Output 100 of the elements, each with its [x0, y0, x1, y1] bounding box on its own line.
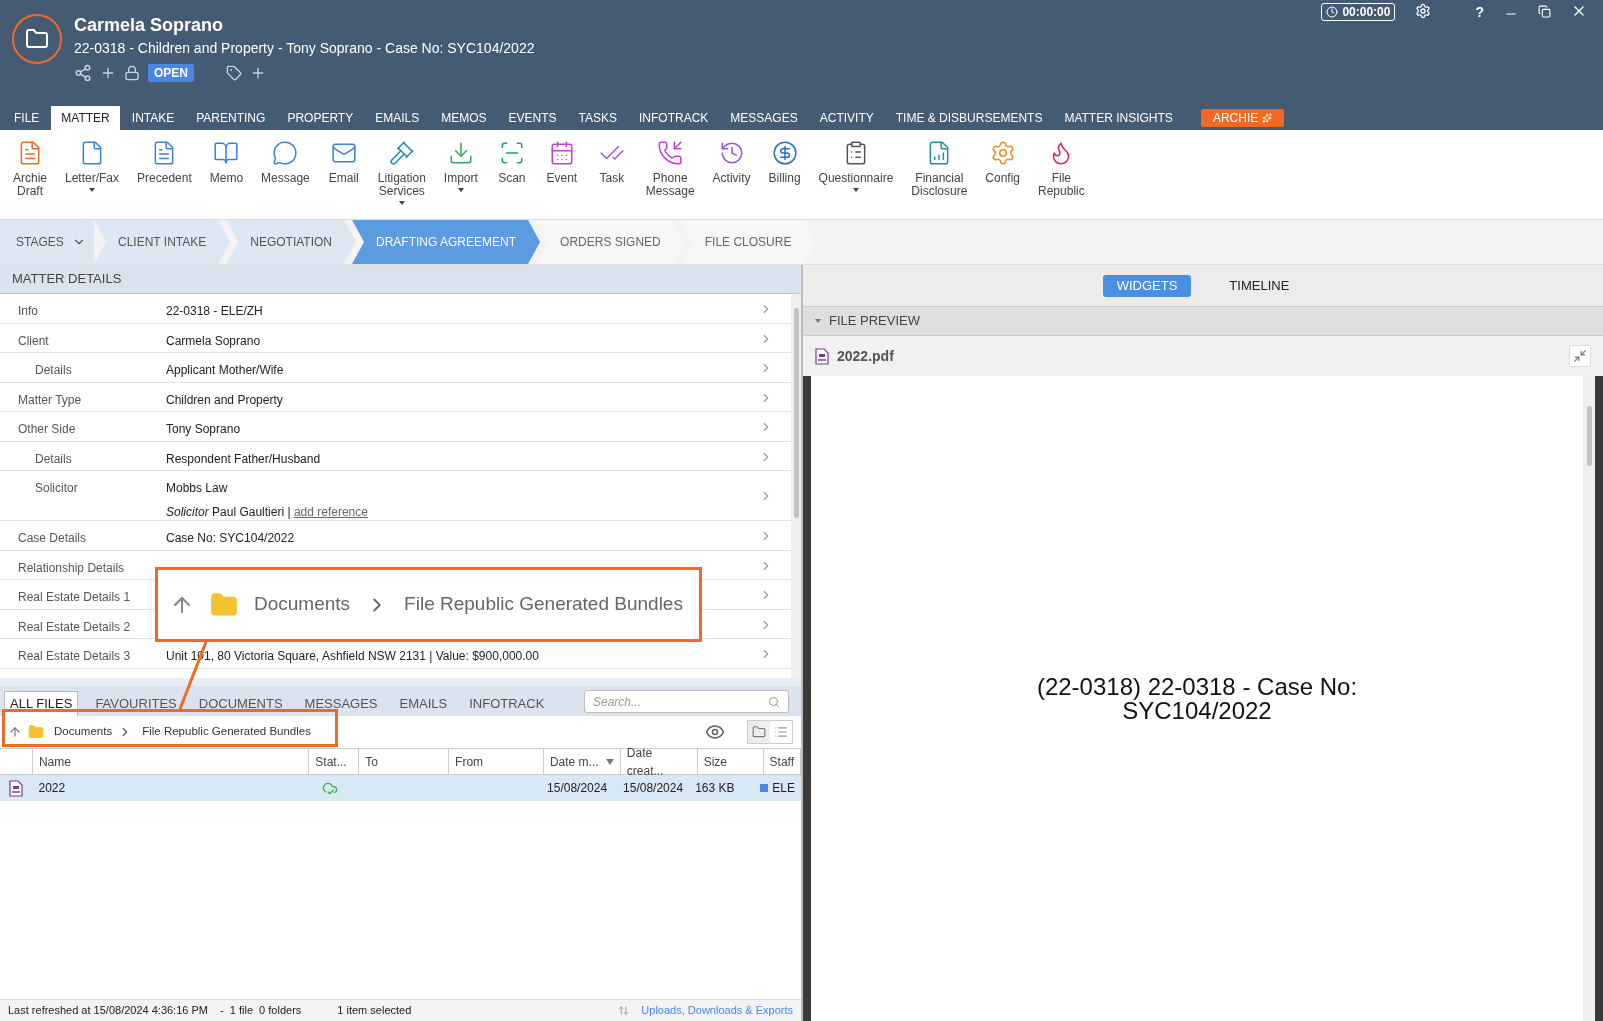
- scrollbar[interactable]: [791, 294, 801, 678]
- files-tab[interactable]: EMAILS: [394, 691, 453, 716]
- panel-tab[interactable]: TIMELINE: [1215, 274, 1304, 297]
- breadcrumb-item[interactable]: File Republic Generated Bundles: [142, 723, 311, 741]
- lock-icon: [124, 65, 140, 81]
- toolbar-button[interactable]: Config: [976, 140, 1029, 212]
- transfer-icon: [618, 1005, 630, 1016]
- column-header[interactable]: Date creat...: [620, 749, 698, 774]
- timer-text: 00:00:00: [1342, 4, 1391, 21]
- pdf-file-icon: [815, 347, 829, 365]
- toolbar-button[interactable]: Message: [252, 140, 319, 212]
- toolbar-button[interactable]: Precedent: [128, 140, 201, 212]
- stages-menu[interactable]: STAGES: [0, 220, 94, 264]
- stage-step[interactable]: CLIENT INTAKE: [94, 220, 231, 264]
- ribbon-tab[interactable]: FILE: [4, 106, 50, 130]
- toolbar-button[interactable]: Event: [536, 140, 587, 212]
- share-add-icon[interactable]: [74, 64, 92, 82]
- toolbar-button[interactable]: Email: [318, 140, 369, 212]
- folder-icon: [28, 724, 44, 740]
- search-field[interactable]: Search...: [584, 690, 789, 713]
- column-header[interactable]: Name: [32, 749, 310, 774]
- collapse-icon[interactable]: [1569, 345, 1591, 367]
- cloud-check-icon: [322, 780, 338, 796]
- toolbar-button[interactable]: Billing: [759, 140, 810, 212]
- add-reference-link[interactable]: add reference: [293, 505, 368, 519]
- clock-icon: [1326, 6, 1339, 18]
- ribbon-tab[interactable]: ACTIVITY: [809, 106, 884, 130]
- plus-icon[interactable]: [250, 65, 266, 81]
- detail-row[interactable]: Other Side Tony Soprano: [0, 412, 791, 442]
- plus-icon[interactable]: [100, 65, 116, 81]
- ribbon-tab[interactable]: MATTER: [51, 106, 120, 130]
- stage-step[interactable]: NEGOTIATION: [226, 220, 357, 264]
- detail-row[interactable]: Details Respondent Father/Husband: [0, 441, 791, 471]
- sparkle-icon: [1262, 113, 1273, 123]
- toolbar-button[interactable]: Task: [586, 140, 637, 212]
- folder-view-icon[interactable]: [748, 721, 770, 743]
- ribbon-tab[interactable]: MEMOS: [431, 106, 497, 130]
- ribbon-tab[interactable]: INTAKE: [121, 106, 185, 130]
- settings-icon[interactable]: [1415, 3, 1432, 19]
- caret-icon: [89, 188, 96, 192]
- ribbon-tab[interactable]: MATTER INSIGHTS: [1054, 106, 1183, 130]
- sort-down-icon: [605, 758, 614, 765]
- ribbon-tab[interactable]: EMAILS: [365, 106, 430, 130]
- stage-step[interactable]: ORDERS SIGNED: [536, 220, 685, 264]
- ribbon-tab[interactable]: INFOTRACK: [629, 106, 719, 130]
- detail-row[interactable]: Matter Type Children and Property: [0, 382, 791, 412]
- callout-breadcrumb-text: Documents: [254, 592, 351, 617]
- detail-row[interactable]: Case Details Case No: SYC104/2022: [0, 521, 791, 551]
- detail-row[interactable]: Solicitor Mobbs Law Solicitor Paul Gaultieri | add reference: [0, 471, 791, 521]
- files-tab[interactable]: FAVOURITES: [90, 691, 182, 716]
- column-header[interactable]: From: [449, 749, 544, 774]
- toolbar-button[interactable]: Letter/Fax: [56, 140, 129, 212]
- search-input[interactable]: Search...: [593, 692, 768, 711]
- column-header[interactable]: Size: [697, 749, 764, 774]
- toolbar-button[interactable]: Questionnaire: [809, 140, 903, 212]
- ribbon-tab[interactable]: TIME & DISBURSEMENTS: [885, 106, 1053, 130]
- detail-row[interactable]: Client Carmela Soprano: [0, 323, 791, 353]
- ribbon-tab[interactable]: PARENTING: [186, 106, 276, 130]
- help-button[interactable]: ?: [1475, 3, 1484, 21]
- caret-icon: [457, 188, 464, 192]
- toolbar-button[interactable]: Litigation Services: [368, 140, 435, 212]
- preview-file-name: 2022.pdf: [837, 346, 894, 366]
- column-header[interactable]: To: [359, 749, 450, 774]
- restore-icon[interactable]: [1538, 5, 1551, 18]
- toolbar-button[interactable]: Memo: [200, 140, 253, 212]
- matter-logo-icon: [12, 14, 62, 64]
- tag-add-icon[interactable]: [226, 65, 242, 81]
- stage-step[interactable]: FILE CLOSURE: [680, 220, 816, 264]
- status-text: 1 item selected: [337, 1003, 412, 1019]
- detail-row[interactable]: Details Applicant Mother/Wife: [0, 353, 791, 383]
- toolbar-button[interactable]: Scan: [486, 140, 537, 212]
- ribbon-tab[interactable]: EVENTS: [498, 106, 567, 130]
- up-arrow-icon[interactable]: [8, 725, 22, 739]
- callout-breadcrumb-text: File Republic Generated Bundles: [404, 592, 683, 617]
- column-header[interactable]: Date m...: [543, 749, 621, 774]
- files-tab[interactable]: MESSAGES: [299, 691, 383, 716]
- column-header[interactable]: Stat...: [309, 749, 360, 774]
- ribbon-tab[interactable]: PROPERTY: [277, 106, 364, 130]
- scrollbar[interactable]: [1583, 376, 1595, 1021]
- toolbar-button[interactable]: Archie Draft: [4, 140, 56, 212]
- toolbar-button[interactable]: Activity: [703, 140, 760, 212]
- toolbar-button[interactable]: Phone Message: [636, 140, 704, 212]
- timer-button[interactable]: 00:00:00: [1321, 3, 1396, 21]
- ribbon-tab[interactable]: MESSAGES: [720, 106, 808, 130]
- section-toggle[interactable]: FILE PREVIEW: [803, 307, 1603, 336]
- detail-row[interactable]: Info 22-0318 - ELE/ZH: [0, 294, 791, 324]
- ribbon-tab[interactable]: TASKS: [568, 106, 627, 130]
- breadcrumb-item[interactable]: Documents: [54, 723, 113, 741]
- section-header: MATTER DETAILS: [0, 265, 801, 294]
- column-header[interactable]: Staff: [763, 749, 801, 774]
- status-badge: OPEN: [148, 64, 194, 82]
- file-row[interactable]: 2022 15/08/2024 15/08/2024 163 KB ELE: [0, 775, 801, 801]
- files-tab[interactable]: INFOTRACK: [464, 691, 550, 716]
- search-icon[interactable]: [768, 695, 780, 708]
- toolbar-button[interactable]: Import: [434, 140, 487, 212]
- folder-icon: [210, 590, 238, 619]
- eye-icon[interactable]: [705, 722, 725, 742]
- toolbar-button[interactable]: Financial Disclosure: [902, 140, 977, 212]
- toolbar-button[interactable]: File Republic: [1029, 140, 1094, 212]
- files-tab[interactable]: DOCUMENTS: [193, 691, 288, 716]
